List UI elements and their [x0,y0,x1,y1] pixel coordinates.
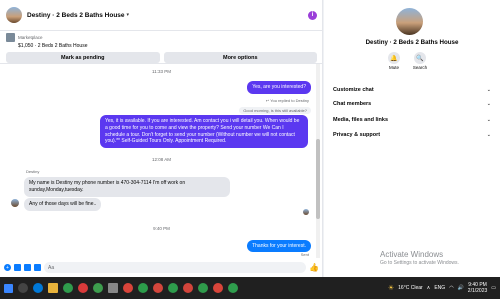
weather-icon: ☀ [387,285,395,292]
image-icon[interactable] [14,264,21,271]
chevron-down-icon: ⌄ [486,132,491,138]
composer: + Aa 👍 [0,258,323,277]
search-label: Search [412,65,428,70]
chrome-icon[interactable] [78,283,88,293]
clock[interactable]: 9:40 PM 2/1/2023 [468,282,487,294]
timestamp: 12:08 AM [151,157,171,162]
chat-pane: Destiny · 2 Beds 2 Baths House ▾ i Marke… [0,0,323,277]
chrome-icon[interactable] [213,283,223,293]
more-options-button[interactable]: More options [163,52,317,63]
weather-text[interactable]: 16°C Clear [398,285,423,291]
section-label: Privacy & support [333,132,381,138]
chrome-icon[interactable] [63,283,73,293]
chevron-down-icon[interactable]: ▾ [127,12,130,18]
outgoing-message[interactable]: Yes, are you interested? [247,81,311,94]
chevron-down-icon: ⌄ [486,117,491,123]
chrome-icon[interactable] [93,283,103,293]
section-label: Customize chat [333,87,374,93]
gif-icon[interactable] [34,264,41,271]
volume-icon[interactable]: 🔊 [458,285,464,291]
marketplace-banner: Marketplace $1,050 · 2 Beds 2 Baths Hous… [0,30,323,64]
timestamp: 9:40 PM [153,226,170,231]
file-explorer-icon[interactable] [48,283,58,293]
quoted-message[interactable]: Good morning, is this still available? [239,107,311,114]
section-label: Chat members [333,101,372,107]
like-icon[interactable]: 👍 [309,263,319,272]
chrome-icon[interactable] [183,283,193,293]
incoming-message[interactable]: Any of those days will be fine.. [24,198,102,211]
avatar[interactable] [6,7,22,23]
activate-windows-watermark: Activate Windows Go to Settings to activ… [380,250,459,266]
avatar[interactable] [396,8,423,35]
reply-note: ↩ You replied to Destiny [265,98,309,103]
section-media-files-links[interactable]: Media, files and links ⌄ [333,117,491,123]
mute-button[interactable]: 🔔 Mute [382,52,406,70]
info-icon[interactable]: i [308,10,317,20]
wifi-icon[interactable]: ◠ [449,285,453,291]
language-indicator[interactable]: ENG [434,285,445,291]
chat-title[interactable]: Destiny · 2 Beds 2 Baths House [27,12,125,19]
bell-icon: 🔔 [388,52,400,64]
search-icon: 🔍 [414,52,426,64]
watermark-subtitle: Go to Settings to activate Windows. [380,260,459,266]
search-icon[interactable] [18,283,28,293]
listing-title[interactable]: $1,050 · 2 Beds 2 Baths House [18,43,317,49]
scrollbar[interactable] [316,64,320,258]
chat-header: Destiny · 2 Beds 2 Baths House ▾ i [0,0,323,30]
clock-date: 2/1/2023 [467,288,488,294]
avatar[interactable] [11,199,19,207]
section-privacy-support[interactable]: Privacy & support ⌄ [333,132,491,138]
contact-name: Destiny · 2 Beds 2 Baths House [365,39,459,46]
outgoing-message[interactable]: Yes, it is available. If you are interes… [100,115,308,148]
marketplace-label: Marketplace [18,35,43,40]
system-tray: ☀ 16°C Clear ∧ ENG ◠ 🔊 9:40 PM 2/1/2023 … [388,277,496,299]
chevron-down-icon: ⌄ [486,87,491,93]
plus-icon[interactable]: + [4,264,11,271]
sent-status: Sent [300,252,309,257]
chevron-down-icon: ⌄ [486,101,491,107]
scrollbar-thumb[interactable] [316,139,320,219]
chrome-icon[interactable] [198,283,208,293]
search-button[interactable]: 🔍 Search [408,52,432,70]
sticker-icon[interactable] [24,264,31,271]
sender-name: Destiny [26,169,40,174]
chrome-icon[interactable] [228,283,238,293]
chrome-icon[interactable] [168,283,178,293]
timestamp: 11:33 PM [152,69,171,74]
chrome-icon[interactable] [123,283,133,293]
taskbar: ☀ 16°C Clear ∧ ENG ◠ 🔊 9:40 PM 2/1/2023 … [0,277,500,299]
chat-info-panel: Destiny · 2 Beds 2 Baths House 🔔 Mute 🔍 … [324,0,500,277]
message-input[interactable]: Aa [44,262,307,273]
section-label: Media, files and links [333,117,389,123]
read-receipt-avatar [303,209,309,215]
chrome-icon[interactable] [153,283,163,293]
mark-as-pending-button[interactable]: Mark as pending [6,52,160,63]
watermark-title: Activate Windows [380,250,444,259]
mute-label: Mute [388,65,399,70]
app-icon[interactable] [108,283,118,293]
message-list: 11:33 PM Yes, are you interested? ↩ You … [0,64,323,258]
section-customize-chat[interactable]: Customize chat ⌄ [333,87,491,93]
incoming-message[interactable]: My name is Destiny my phone number is 47… [24,177,230,197]
reply-note-text: You replied to Destiny [270,98,309,103]
notification-icon[interactable]: ▭ [491,285,496,291]
listing-thumbnail[interactable] [6,33,15,42]
edge-icon[interactable] [33,283,43,293]
chrome-icon[interactable] [138,283,148,293]
section-chat-members[interactable]: Chat members ⌄ [333,101,491,107]
start-icon[interactable] [4,283,13,293]
tray-arrow-icon[interactable]: ∧ [427,285,431,291]
outgoing-message[interactable]: Thanks for your interest. [247,240,311,252]
